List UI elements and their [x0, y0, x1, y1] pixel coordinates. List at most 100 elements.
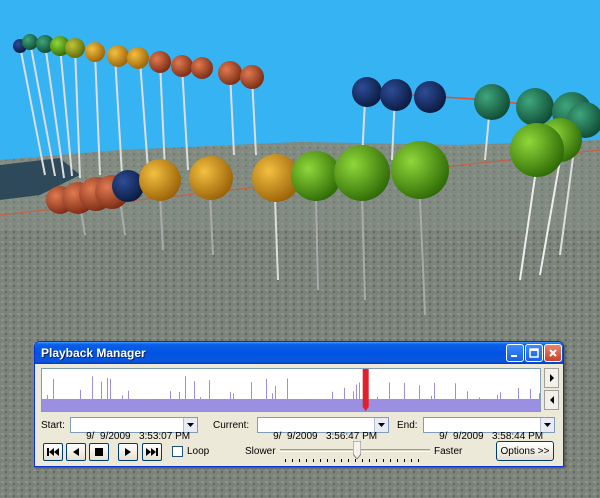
timeline-bar: [317, 402, 318, 411]
timeline-bar: [269, 399, 270, 411]
end-label: End:: [397, 420, 418, 431]
timeline-bar: [203, 401, 204, 411]
timeline-bar: [308, 399, 309, 411]
timeline-bar: [398, 405, 399, 411]
timeline-bar: [188, 400, 189, 411]
timeline-bar: [419, 385, 420, 411]
title-bar[interactable]: Playback Manager: [35, 342, 563, 364]
step-back-button[interactable]: [66, 443, 86, 461]
current-time-picker[interactable]: 9/ 9/2009 3:56:47 PM: [257, 417, 389, 442]
timeline-bar: [266, 378, 267, 411]
slider-tick: [355, 459, 356, 462]
timeline-bar: [527, 406, 528, 411]
timeline-bar: [512, 405, 513, 411]
timeline-bar: [323, 400, 324, 411]
timeline-bar: [122, 395, 123, 411]
timeline-bar: [92, 376, 93, 411]
balloon: [334, 145, 390, 201]
timeline-bar: [59, 400, 60, 411]
timeline-bar: [65, 405, 66, 411]
timeline-bar: [332, 391, 333, 411]
timeline-bar: [329, 401, 330, 411]
loop-checkbox[interactable]: [172, 446, 183, 457]
start-time-picker[interactable]: 9/ 9/2009 3:53:07 PM: [70, 417, 198, 442]
timeline-bar: [227, 403, 228, 411]
timeline-bar: [56, 403, 57, 411]
balloon: [510, 123, 564, 177]
speed-slider-thumb[interactable]: [353, 441, 361, 459]
timeline-bar: [326, 403, 327, 411]
current-time-marker[interactable]: [362, 369, 369, 411]
start-label: Start:: [41, 420, 65, 431]
play-button[interactable]: [118, 443, 138, 461]
timeline-bar: [389, 382, 390, 411]
timeline-bar: [89, 404, 90, 411]
sky: [0, 0, 600, 150]
timeline-bar: [284, 403, 285, 411]
play-icon: [125, 448, 131, 456]
timeline-bar: [281, 399, 282, 411]
timeline-bar: [77, 399, 78, 411]
skip-to-start-button[interactable]: [43, 443, 63, 461]
window-title: Playback Manager: [41, 346, 146, 360]
timeline-bar: [311, 400, 312, 411]
playback-manager-window[interactable]: Playback Manager Start: 9/ 9/2009 3:53:0…: [34, 341, 564, 467]
timeline-bar: [137, 403, 138, 411]
timeline-bar: [74, 399, 75, 411]
scroll-right-button[interactable]: [544, 368, 559, 388]
end-time-picker[interactable]: 9/ 9/2009 3:58:44 PM: [423, 417, 555, 442]
chevron-left-icon: [549, 396, 554, 404]
timeline-bar: [182, 403, 183, 411]
scroll-left-button[interactable]: [544, 390, 559, 410]
timeline-bar: [299, 403, 300, 411]
timeline-bar: [395, 406, 396, 411]
timeline-bar: [440, 404, 441, 411]
slider-tick: [341, 459, 342, 462]
timeline-bar: [83, 405, 84, 411]
timeline-bar: [113, 405, 114, 411]
timeline-bar: [110, 378, 111, 411]
timeline-bar: [71, 403, 72, 411]
timeline-bar: [374, 402, 375, 411]
slider-tick: [334, 459, 335, 462]
timeline-bar: [53, 379, 54, 411]
timeline-bar: [428, 403, 429, 411]
start-dropdown-button[interactable]: [183, 418, 197, 432]
timeline-bar: [80, 389, 81, 411]
timeline-bar: [404, 382, 405, 411]
timeline-bar: [347, 406, 348, 411]
timeline-bar: [314, 406, 315, 411]
balloon: [380, 79, 412, 111]
timeline-histogram[interactable]: [41, 368, 541, 412]
timeline-bar: [455, 383, 456, 411]
timeline-bar: [344, 387, 345, 411]
timeline-bar: [380, 404, 381, 411]
timeline-bar: [272, 393, 273, 411]
skip-to-end-button[interactable]: [142, 443, 162, 461]
slider-tick: [390, 459, 391, 462]
stop-button[interactable]: [89, 443, 109, 461]
timeline-bar: [95, 405, 96, 411]
maximize-button[interactable]: [525, 344, 543, 362]
options-button[interactable]: Options >>: [496, 441, 554, 461]
close-button[interactable]: [544, 344, 562, 362]
faster-label: Faster: [434, 446, 463, 457]
timeline-bar: [524, 401, 525, 411]
timeline-bar: [98, 404, 99, 411]
timeline-bar: [410, 404, 411, 411]
timeline-bar: [134, 404, 135, 411]
minimize-button[interactable]: [506, 344, 524, 362]
timeline-bar: [341, 405, 342, 411]
chevron-down-icon: [187, 423, 194, 427]
timeline-bar: [167, 404, 168, 411]
timeline-bar: [449, 401, 450, 411]
timeline-bar: [407, 406, 408, 411]
current-dropdown-button[interactable]: [374, 418, 388, 432]
slider-tick: [397, 459, 398, 462]
slider-tick: [299, 459, 300, 462]
timeline-bar: [467, 391, 468, 411]
timeline-bar: [197, 404, 198, 411]
end-dropdown-button[interactable]: [540, 418, 554, 432]
skip-to-start-icon: [47, 448, 59, 456]
balloon: [65, 38, 85, 58]
